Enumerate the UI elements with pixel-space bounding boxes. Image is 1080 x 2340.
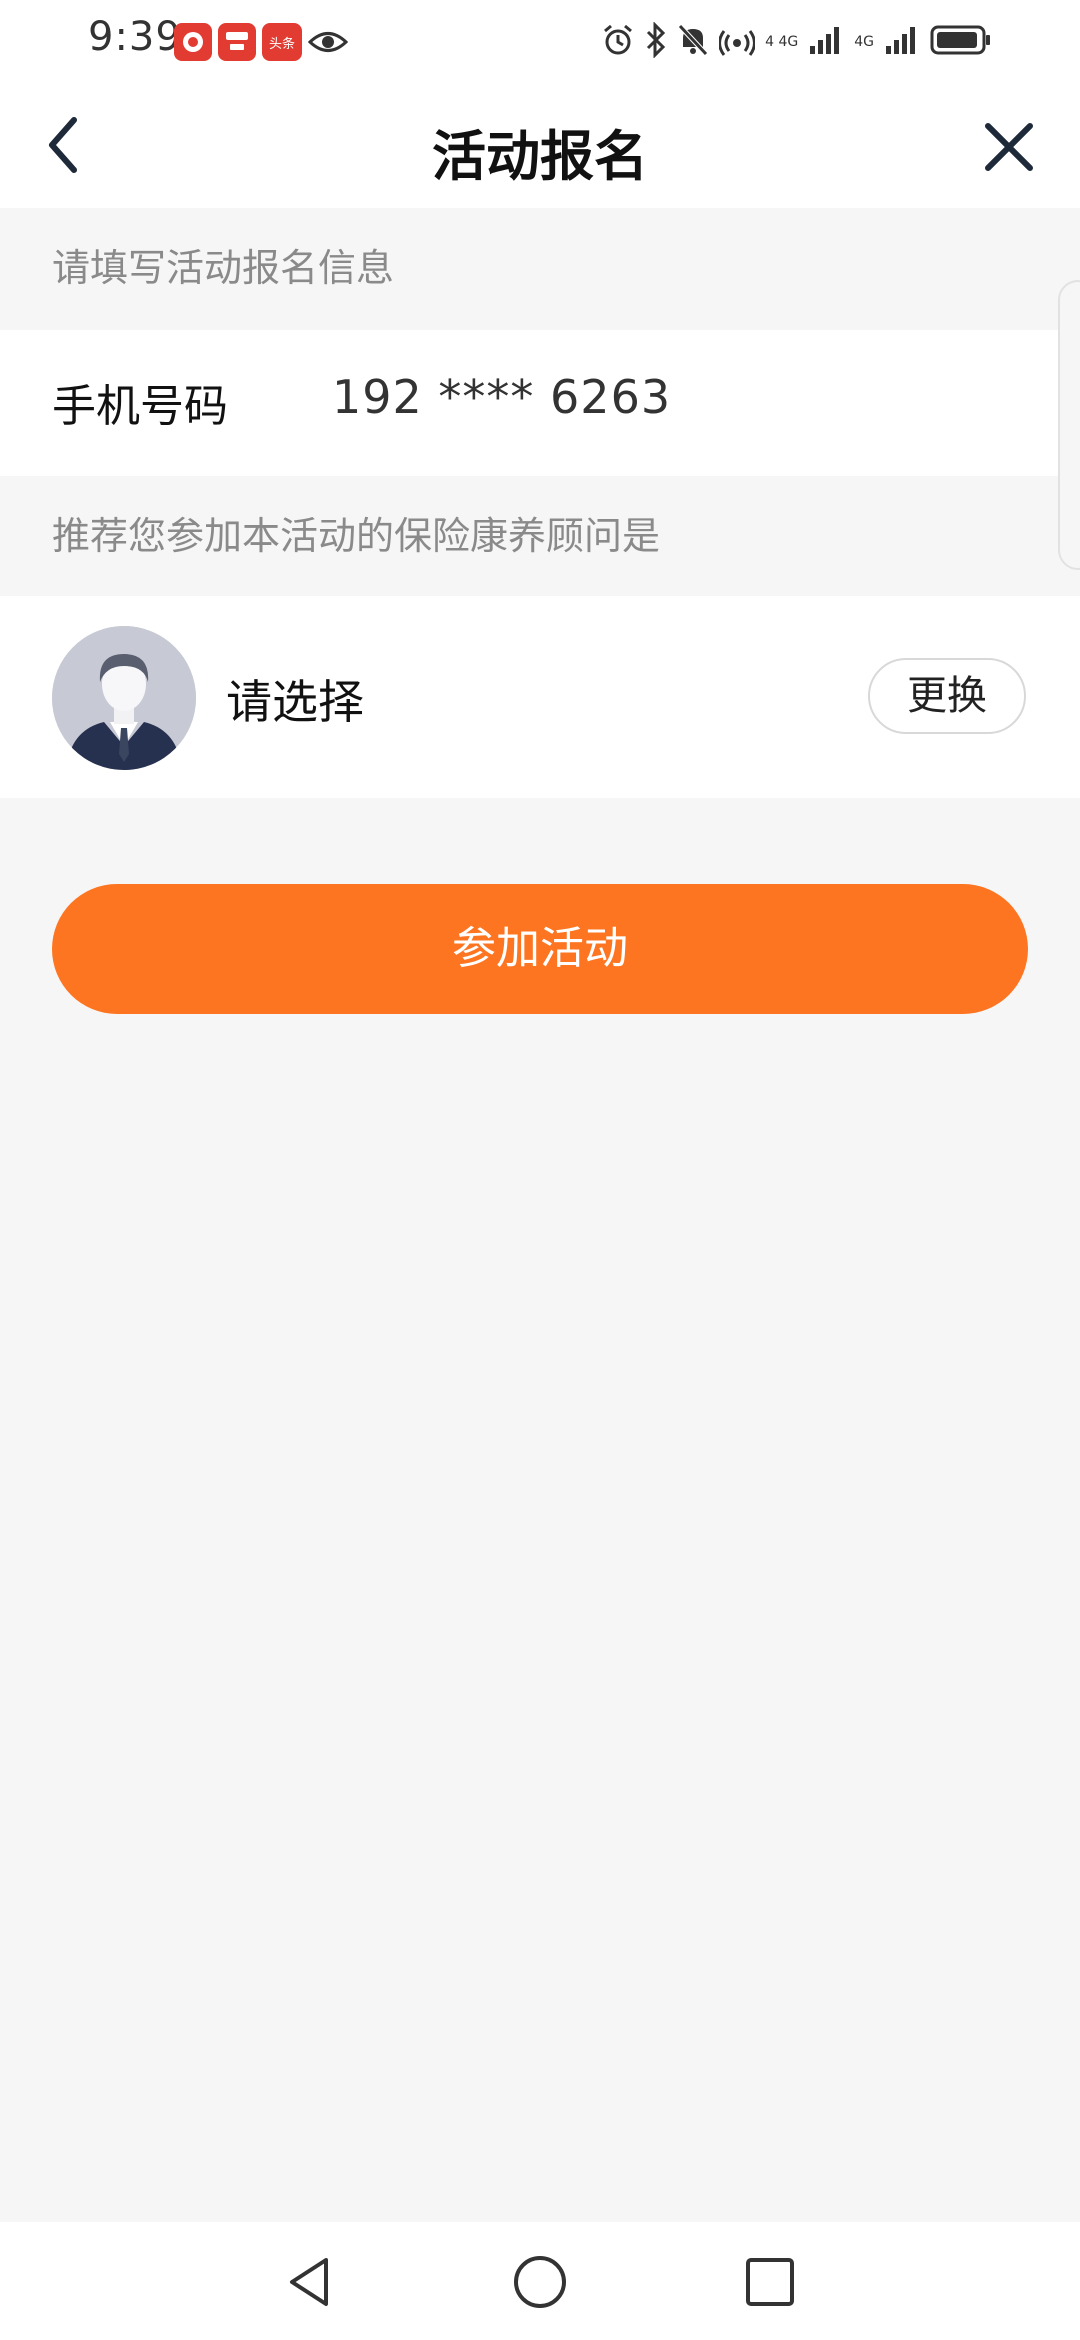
nav-home-button[interactable] xyxy=(510,2252,570,2312)
header-bar: 活动报名 xyxy=(0,86,1080,208)
mute-icon xyxy=(677,23,709,61)
page-title: 活动报名 xyxy=(432,125,648,188)
join-activity-button[interactable]: 参加活动 xyxy=(52,884,1028,1014)
avatar xyxy=(52,626,196,770)
status-time: 9:39 xyxy=(88,14,182,60)
advisor-select[interactable]: 请选择 xyxy=(226,666,364,732)
side-floating-handle[interactable] xyxy=(1058,280,1080,570)
status-bar: 9:39 头条 4 4G 4G xyxy=(0,0,1080,86)
signal-icon xyxy=(808,24,844,60)
status-system-icons: 4 4G 4G xyxy=(601,18,992,66)
info-hint: 请填写活动报名信息 xyxy=(0,208,1080,328)
close-icon xyxy=(985,123,1033,171)
phone-value: 192 **** 6263 xyxy=(332,370,672,424)
nav-recents-button[interactable] xyxy=(740,2252,800,2312)
nav-back-button[interactable] xyxy=(280,2252,340,2312)
status-app-icons: 头条 xyxy=(174,20,349,64)
net-label-1: 4 4G xyxy=(765,34,799,50)
signal-icon-2 xyxy=(884,24,920,60)
advisor-hint: 推荐您参加本活动的保险康养顾问是 xyxy=(0,476,1080,596)
news-app-icon xyxy=(174,23,212,61)
bluetooth-icon xyxy=(645,21,667,62)
phone-row: 手机号码 192 **** 6263 xyxy=(0,330,1080,476)
eye-icon xyxy=(307,27,349,57)
battery-icon xyxy=(930,23,992,61)
advisor-row: 请选择 更换 xyxy=(0,596,1080,798)
phone-label: 手机号码 xyxy=(52,381,228,432)
home-circle-icon xyxy=(514,2256,566,2308)
advisor-avatar-icon xyxy=(52,626,196,770)
hotspot-icon xyxy=(718,23,757,61)
change-advisor-button[interactable]: 更换 xyxy=(868,658,1026,734)
back-triangle-icon xyxy=(290,2258,328,2306)
net-label-2: 4G xyxy=(854,34,874,50)
recents-square-icon xyxy=(746,2258,794,2306)
close-button[interactable] xyxy=(974,112,1044,182)
system-nav-bar xyxy=(0,2222,1080,2340)
alarm-icon xyxy=(601,23,635,61)
toutiao-app-icon: 头条 xyxy=(262,23,302,61)
red-app-icon xyxy=(218,23,256,61)
